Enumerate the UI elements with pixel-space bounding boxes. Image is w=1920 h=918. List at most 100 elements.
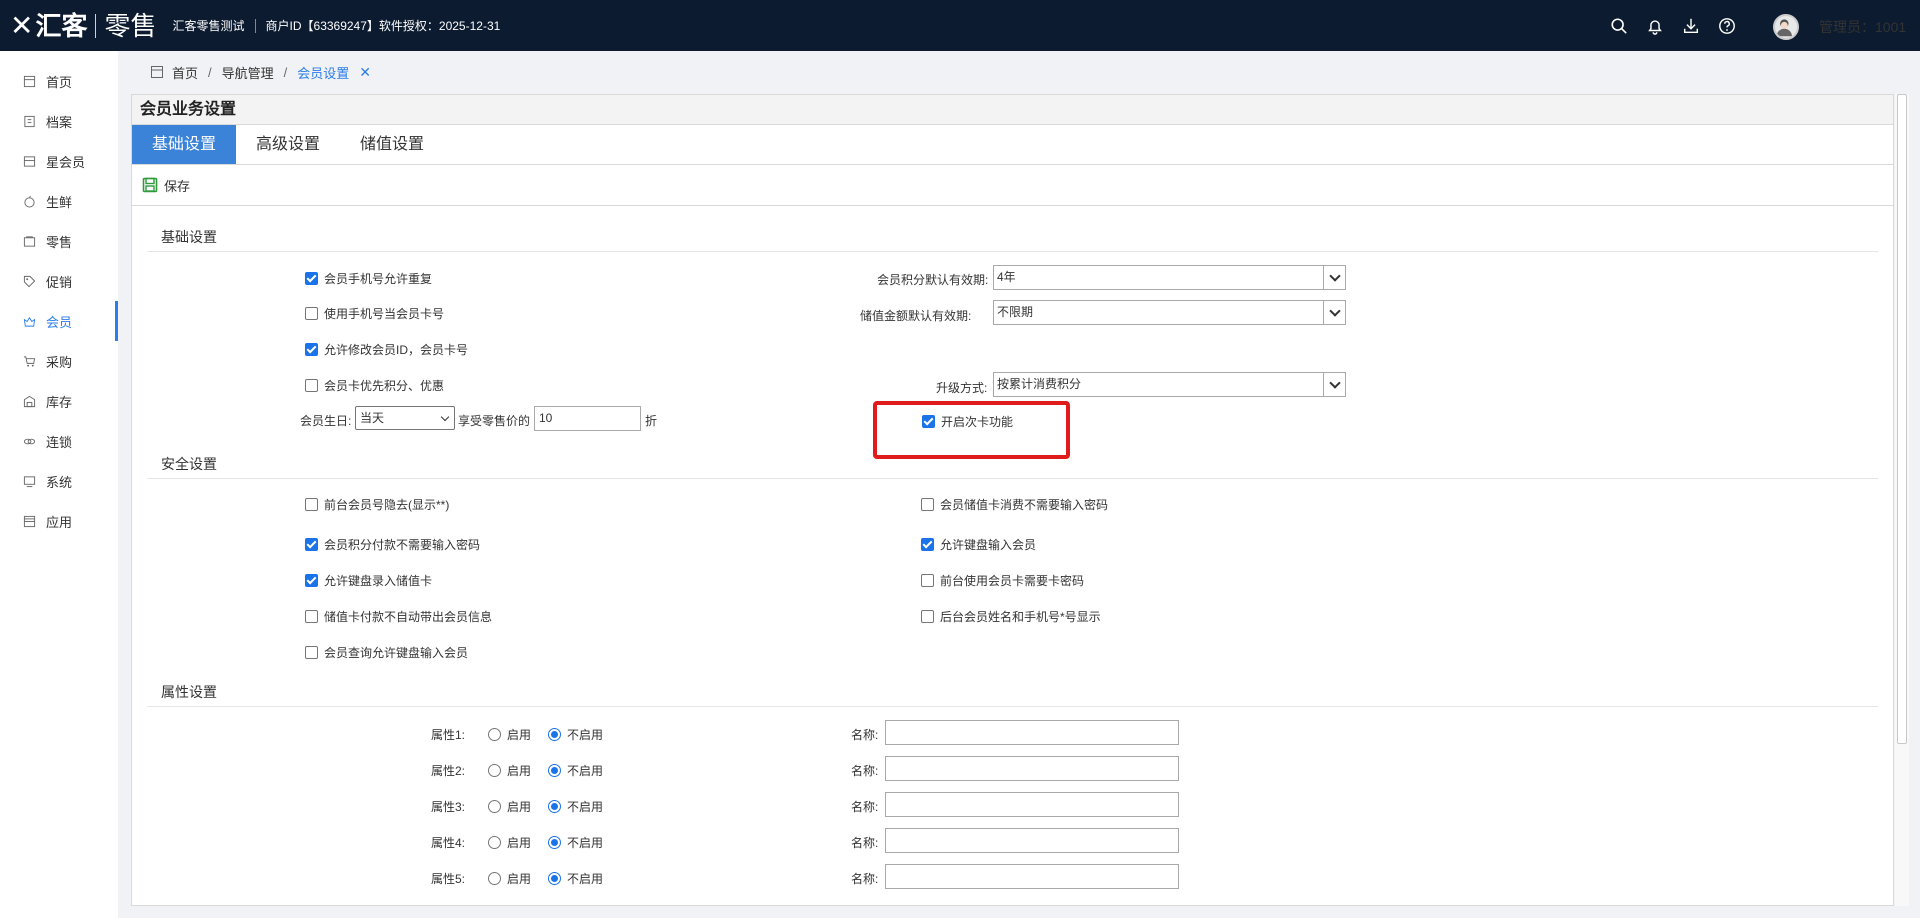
checkbox[interactable] — [305, 379, 318, 392]
download-icon[interactable] — [1682, 17, 1700, 35]
attribute-disable-radio[interactable]: 不启用 — [548, 834, 603, 851]
option-phone-duplicate[interactable]: 会员手机号允许重复 — [305, 270, 432, 287]
points-expiry-select[interactable]: 4年 — [993, 265, 1346, 290]
option-edit-member-id[interactable]: 允许修改会员ID，会员卡号 — [305, 341, 468, 358]
save-button[interactable]: 保存 — [142, 176, 190, 195]
attribute-name-input[interactable] — [885, 828, 1179, 853]
attribute-label: 属性4: — [431, 836, 466, 850]
sidebar-item-member[interactable]: 会员 — [0, 301, 118, 341]
attribute-disable-radio[interactable]: 不启用 — [548, 798, 603, 815]
discount-input[interactable]: 10 — [534, 406, 641, 431]
attribute-enable-radio[interactable]: 启用 — [488, 798, 531, 815]
checkbox[interactable] — [305, 610, 318, 623]
radio[interactable] — [548, 800, 561, 813]
radio[interactable] — [548, 836, 561, 849]
attribute-label: 属性2: — [431, 764, 466, 778]
stored-expiry-select[interactable]: 不限期 — [993, 300, 1346, 325]
attribute-name-input[interactable] — [885, 792, 1179, 817]
option-card-priority[interactable]: 会员卡优先积分、优惠 — [305, 377, 444, 394]
attribute-enable-radio[interactable]: 启用 — [488, 870, 531, 887]
checkbox[interactable] — [921, 610, 934, 623]
option-label: 会员积分付款不需要输入密码 — [324, 538, 481, 552]
monitor-icon — [22, 474, 36, 488]
checkbox[interactable] — [921, 538, 934, 551]
close-tab-icon[interactable]: ✕ — [359, 64, 371, 81]
checkbox[interactable] — [305, 574, 318, 587]
birthday-select[interactable]: 当天 — [355, 406, 455, 430]
option-phone-as-card[interactable]: 使用手机号当会员卡号 — [305, 305, 444, 322]
sidebar-item-promotion[interactable]: 促销 — [0, 261, 118, 301]
option-card-password[interactable]: 前台使用会员卡需要卡密码 — [921, 572, 1084, 589]
option-label: 允许修改会员ID，会员卡号 — [324, 343, 469, 357]
avatar[interactable] — [1773, 14, 1799, 40]
sidebar-item-chain[interactable]: 连锁 — [0, 421, 118, 461]
attribute-enable-radio[interactable]: 启用 — [488, 726, 531, 743]
checkbox[interactable] — [305, 343, 318, 356]
radio[interactable] — [488, 800, 501, 813]
attribute-disable-radio[interactable]: 不启用 — [548, 726, 603, 743]
chevron-down-icon — [1323, 266, 1345, 289]
sidebar-item-star-member[interactable]: 星会员 — [0, 141, 118, 181]
tab-advanced[interactable]: 高级设置 — [236, 125, 340, 164]
sidebar-item-apps[interactable]: 应用 — [0, 501, 118, 541]
checkbox[interactable] — [305, 498, 318, 511]
attribute-name-label: 名称: — [851, 836, 879, 850]
radio[interactable] — [548, 728, 561, 741]
option-keyboard-member[interactable]: 允许键盘输入会员 — [921, 536, 1036, 553]
sidebar-item-home[interactable]: 首页 — [0, 61, 118, 101]
warehouse-icon — [22, 394, 36, 408]
bell-icon[interactable] — [1646, 17, 1664, 35]
attribute-name-input[interactable] — [885, 864, 1179, 889]
option-stored-no-password[interactable]: 会员储值卡消费不需要输入密码 — [921, 496, 1108, 513]
radio[interactable] — [488, 836, 501, 849]
radio[interactable] — [488, 764, 501, 777]
checkbox[interactable] — [305, 307, 318, 320]
attribute-disable-radio[interactable]: 不启用 — [548, 870, 603, 887]
sidebar-item-retail[interactable]: 零售 — [0, 221, 118, 261]
attribute-enable-radio[interactable]: 启用 — [488, 834, 531, 851]
scrollbar-thumb[interactable] — [1897, 94, 1907, 744]
radio[interactable] — [488, 872, 501, 885]
upgrade-label: 升级方式: — [936, 381, 988, 395]
attributes-section-title: 属性设置 — [161, 684, 217, 700]
cart-icon — [22, 354, 36, 368]
option-mask-name-phone[interactable]: 后台会员姓名和手机号*号显示 — [921, 608, 1101, 625]
option-label: 会员卡优先积分、优惠 — [324, 379, 445, 393]
radio[interactable] — [488, 728, 501, 741]
search-icon[interactable] — [1610, 17, 1628, 35]
breadcrumb-home[interactable]: 首页 — [172, 63, 198, 82]
attribute-name-input[interactable] — [885, 756, 1179, 781]
header-divider — [254, 18, 256, 33]
checkbox[interactable] — [305, 538, 318, 551]
breadcrumb-nav[interactable]: 导航管理 — [222, 63, 274, 82]
sidebar-item-system[interactable]: 系统 — [0, 461, 118, 501]
upgrade-select[interactable]: 按累计消费积分 — [993, 372, 1346, 397]
option-points-no-password[interactable]: 会员积分付款不需要输入密码 — [305, 536, 480, 553]
option-keyboard-stored-card[interactable]: 允许键盘录入储值卡 — [305, 572, 432, 589]
breadcrumb-current[interactable]: 会员设置 — [297, 63, 349, 82]
sidebar-item-fresh[interactable]: 生鲜 — [0, 181, 118, 221]
tab-basic[interactable]: 基础设置 — [132, 125, 237, 164]
admin-user[interactable]: 管理员：1001 — [1819, 17, 1906, 37]
checkbox[interactable] — [305, 272, 318, 285]
checkbox[interactable] — [921, 498, 934, 511]
sidebar-item-purchase[interactable]: 采购 — [0, 341, 118, 381]
radio-label: 启用 — [507, 728, 532, 742]
sidebar-item-inventory[interactable]: 库存 — [0, 381, 118, 421]
radio[interactable] — [548, 872, 561, 885]
attribute-name-input[interactable] — [885, 720, 1179, 745]
tab-stored-value[interactable]: 储值设置 — [340, 125, 444, 164]
option-query-keyboard[interactable]: 会员查询允许键盘输入会员 — [305, 644, 468, 661]
option-label: 会员手机号允许重复 — [324, 272, 433, 286]
logo: ✕ 汇客 零售 — [10, 11, 157, 40]
help-icon[interactable] — [1718, 17, 1736, 35]
attribute-disable-radio[interactable]: 不启用 — [548, 762, 603, 779]
highlight-box — [873, 401, 1070, 459]
option-hide-member-no[interactable]: 前台会员号隐去(显示**) — [305, 496, 449, 513]
checkbox[interactable] — [921, 574, 934, 587]
sidebar-item-archive[interactable]: 档案 — [0, 101, 118, 141]
radio[interactable] — [548, 764, 561, 777]
attribute-enable-radio[interactable]: 启用 — [488, 762, 531, 779]
checkbox[interactable] — [305, 646, 318, 659]
option-no-auto-member-info[interactable]: 储值卡付款不自动带出会员信息 — [305, 608, 492, 625]
